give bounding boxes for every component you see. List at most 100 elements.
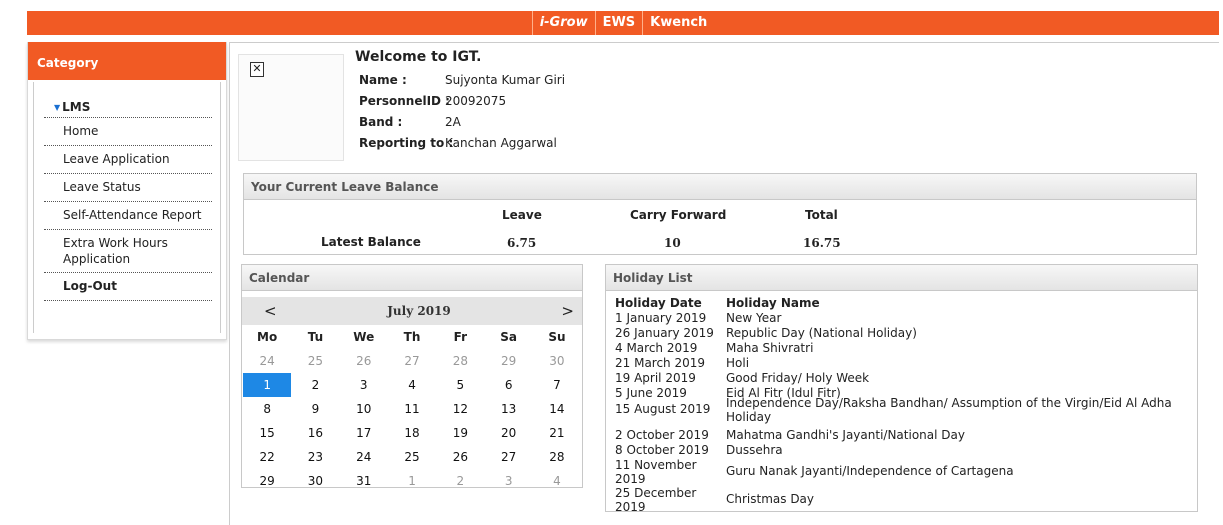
holiday-date: 26 January 2019 [615,326,714,340]
calendar-day[interactable]: 1 [388,469,436,493]
calendar-day[interactable]: 9 [291,397,339,421]
top-nav-bar: i-Grow EWS Kwench [27,11,1219,35]
calendar-day[interactable]: 16 [291,421,339,445]
sidebar-menu-container: ▼ LMS Home Leave Application Leave Statu… [33,82,221,333]
nav-link-ews[interactable]: EWS [596,11,644,35]
calendar-day[interactable]: 3 [340,373,388,397]
calendar-day[interactable]: 28 [436,349,484,373]
broken-image-icon: ✕ [250,62,264,77]
weekday-header: Fr [453,330,468,344]
holiday-name: Dussehra [726,443,783,457]
prev-month-button[interactable]: < [264,302,277,320]
lms-section-label: LMS [62,100,91,114]
profile-label: Reporting to : [359,136,454,150]
holiday-date-header: Holiday Date [615,296,702,310]
calendar-day[interactable]: 24 [243,349,291,373]
holiday-date: 4 March 2019 [615,341,698,355]
calendar-day[interactable]: 2 [436,469,484,493]
calendar-day[interactable]: 26 [436,445,484,469]
calendar-panel: Calendar < July 2019 > Mo Tu We Th Fr Sa Su 24 2… [241,264,583,488]
holiday-name: Republic Day (National Holiday) [726,326,917,340]
calendar-day[interactable]: 8 [243,397,291,421]
calendar-day[interactable]: 1 [243,373,292,397]
weekday-header: Mo [257,330,278,344]
calendar-day[interactable]: 5 [436,373,484,397]
calendar-day[interactable]: 29 [484,349,532,373]
leave-balance-panel: Your Current Leave Balance Leave Carry F… [243,173,1197,255]
calendar-day[interactable]: 11 [388,397,436,421]
nav-link-igrow[interactable]: i-Grow [531,11,596,35]
calendar-day[interactable]: 4 [533,469,581,493]
calendar-day[interactable]: 20 [484,421,532,445]
calendar-title: Calendar [242,265,582,291]
calendar-day[interactable]: 7 [533,373,581,397]
sidebar-item-leave-application[interactable]: Leave Application [44,146,212,174]
profile-value: Sujyonta Kumar Giri [445,73,566,87]
calendar-month-label: July 2019 [387,304,451,318]
calendar-day[interactable]: 13 [484,397,532,421]
calendar-day[interactable]: 30 [533,349,581,373]
sidebar-header: Category [28,42,226,80]
holiday-date: 2 October 2019 [615,428,709,442]
calendar-day[interactable]: 27 [388,349,436,373]
holiday-name-header: Holiday Name [726,296,820,310]
calendar-day[interactable]: 26 [340,349,388,373]
calendar-day[interactable]: 29 [243,469,291,493]
calendar-day[interactable]: 6 [484,373,532,397]
profile-label: Band : [359,115,403,129]
weekday-header: Th [403,330,421,344]
carry-forward-header: Carry Forward [630,208,727,222]
holiday-date: 8 October 2019 [615,443,709,457]
sidebar-item-self-attendance-report[interactable]: Self-Attendance Report [44,202,212,230]
weekday-header: Su [548,330,566,344]
sidebar-item-logout[interactable]: Log-Out [44,273,212,301]
calendar-day[interactable]: 25 [291,349,339,373]
calendar-day[interactable]: 23 [291,445,339,469]
leave-balance-title: Your Current Leave Balance [244,174,1196,200]
calendar-day[interactable]: 12 [436,397,484,421]
calendar-day[interactable]: 18 [388,421,436,445]
calendar-day[interactable]: 27 [484,445,532,469]
main-content: ✕ Welcome to IGT. Name : Sujyonta Kumar … [229,42,1219,525]
sidebar-item-extra-work-hours[interactable]: Extra Work Hours Application [44,230,212,273]
leave-value: 6.75 [507,236,537,250]
calendar-day[interactable]: 30 [291,469,339,493]
latest-balance-label: Latest Balance [321,235,421,249]
calendar-day[interactable]: 24 [340,445,388,469]
calendar-day[interactable]: 2 [291,373,339,397]
calendar-day[interactable]: 21 [533,421,581,445]
calendar-day[interactable]: 31 [340,469,388,493]
lms-section-toggle[interactable]: ▼ LMS [54,97,220,117]
profile-label: Name : [359,73,407,87]
holiday-name: Guru Nanak Jayanti/Independence of Carta… [726,464,1014,478]
holiday-date: 11 November 2019 [615,458,697,486]
holiday-date: 21 March 2019 [615,356,706,370]
calendar-day[interactable]: 17 [340,421,388,445]
sidebar-menu: Home Leave Application Leave Status Self… [44,117,212,301]
leave-header: Leave [502,208,542,222]
next-month-button[interactable]: > [561,302,574,320]
sidebar-item-leave-status[interactable]: Leave Status [44,174,212,202]
holiday-name: Holi [726,356,750,370]
nav-link-kwench[interactable]: Kwench [643,11,714,35]
welcome-heading: Welcome to IGT. [355,49,482,65]
calendar-day[interactable]: 28 [533,445,581,469]
total-value: 16.75 [803,236,841,250]
calendar-day[interactable]: 14 [533,397,581,421]
profile-value: 20092075 [445,94,507,108]
calendar-day[interactable]: 10 [340,397,388,421]
calendar-day[interactable]: 22 [243,445,291,469]
calendar-day[interactable]: 4 [388,373,436,397]
holiday-name: Christmas Day [726,492,815,506]
calendar-day[interactable]: 15 [243,421,291,445]
triangle-down-icon: ▼ [54,102,61,112]
total-header: Total [805,208,838,222]
calendar-day[interactable]: 3 [484,469,532,493]
calendar-day[interactable]: 25 [388,445,436,469]
calendar-grid: Mo Tu We Th Fr Sa Su 24 25 26 27 28 29 30 1 2 3 4 5 6 7 8 9 10 1… [243,325,582,493]
calendar-nav: < July 2019 > [242,297,582,325]
holiday-list-title: Holiday List [606,265,1197,291]
sidebar-item-home[interactable]: Home [44,118,212,146]
calendar-day[interactable]: 19 [436,421,484,445]
profile-value: Kanchan Aggarwal [445,136,557,150]
